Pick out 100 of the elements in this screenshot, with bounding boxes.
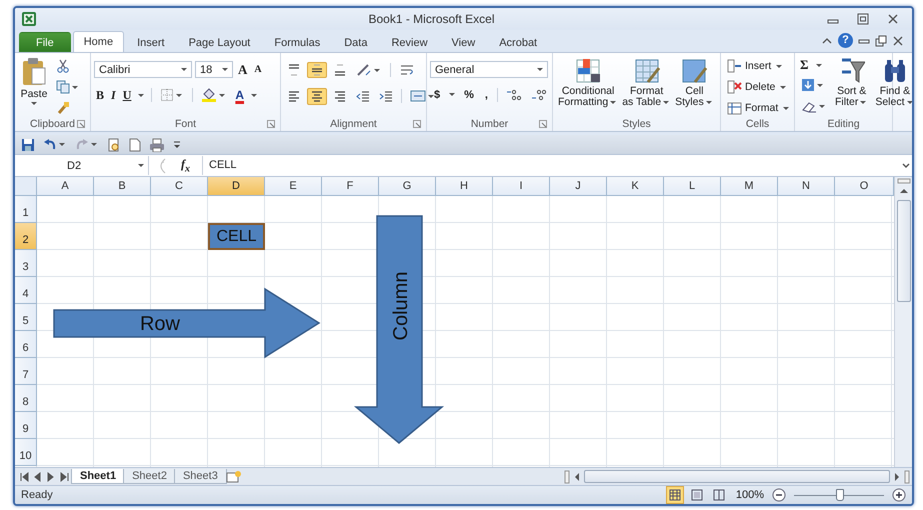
center-button[interactable] (307, 88, 327, 104)
split-handle-icon[interactable] (896, 178, 910, 184)
column-header[interactable]: L (664, 177, 721, 196)
column-header[interactable]: H (436, 177, 493, 196)
ribbon-tab[interactable]: Review (380, 32, 439, 52)
slider-thumb[interactable] (836, 489, 844, 501)
vertical-scrollbar[interactable] (894, 177, 912, 467)
row-header[interactable]: 1 (15, 196, 37, 223)
maximize-icon[interactable] (856, 12, 870, 26)
caret-icon (610, 100, 616, 104)
ribbon-tab[interactable]: Acrobat (488, 32, 548, 52)
column-header[interactable]: K (607, 177, 664, 196)
ribbon-tab[interactable]: Data (333, 32, 378, 52)
row-header[interactable]: 3 (15, 250, 37, 277)
column-header[interactable]: O (835, 177, 894, 196)
format-cells-icon (727, 101, 742, 115)
sort-button[interactable]: Sort & Filter (833, 56, 870, 110)
insert-function-button[interactable]: f$_{x}$ (175, 156, 196, 174)
sheet-tab[interactable]: Sheet1 (71, 469, 126, 484)
file-tab[interactable]: File (19, 32, 71, 52)
row-header[interactable]: 4 (15, 277, 37, 304)
ribbon-tab[interactable]: Home (72, 31, 124, 52)
column-header[interactable]: A (37, 177, 94, 196)
delete-cells-button[interactable]: Delete (724, 78, 794, 96)
scroll-thumb[interactable] (584, 470, 890, 483)
zoom-out-icon[interactable] (772, 488, 786, 502)
close-icon[interactable] (892, 34, 904, 46)
column-header[interactable]: E (265, 177, 322, 196)
sheet-tab[interactable]: Sheet3 (174, 469, 227, 484)
group-label: Font (174, 118, 196, 130)
column-header[interactable]: G (379, 177, 436, 196)
table-brush-icon (634, 58, 660, 84)
percent-button[interactable]: % (460, 88, 478, 100)
row-header[interactable]: 8 (15, 385, 37, 412)
scroll-thumb[interactable] (896, 200, 910, 302)
dialog-launcher-icon[interactable] (539, 120, 547, 128)
insert-cells-button[interactable]: Insert (724, 57, 794, 75)
ribbon-tab[interactable]: View (440, 32, 486, 52)
dialog-launcher-icon[interactable] (77, 120, 85, 128)
restore-icon[interactable] (875, 34, 887, 46)
formula-field[interactable]: CELL (202, 156, 894, 175)
column-header[interactable]: M (721, 177, 778, 196)
dialog-launcher-icon[interactable] (413, 120, 421, 128)
view-button[interactable] (666, 486, 684, 504)
lines-icon (310, 90, 324, 102)
styles-gallery-button[interactable]: Format as Table (620, 56, 674, 109)
insert-sheet-icon[interactable] (224, 470, 243, 484)
help-button[interactable]: ? (838, 33, 853, 48)
group-label: Styles (622, 118, 651, 130)
ribbon-tab[interactable]: Formulas (263, 32, 332, 52)
row-header[interactable]: 5 (15, 304, 37, 331)
comma-button[interactable]: , (480, 88, 492, 100)
horizontal-scrollbar[interactable] (564, 470, 912, 484)
row-header[interactable]: 2 (15, 223, 37, 250)
sheet-tab[interactable]: Sheet2 (123, 469, 176, 484)
column-header[interactable]: C (151, 177, 208, 196)
font-size-field[interactable]: 18 (195, 61, 233, 78)
styles-gallery-button[interactable]: Cell Styles (673, 56, 716, 109)
column-header[interactable]: J (550, 177, 607, 196)
font-name-field[interactable]: Calibri (94, 61, 192, 78)
zoom-level[interactable]: 100% (736, 489, 764, 501)
dialog-launcher-icon[interactable] (267, 120, 275, 128)
underline-button[interactable]: U (120, 88, 134, 102)
first-sheet-icon[interactable] (19, 470, 31, 482)
column-header[interactable]: N (778, 177, 835, 196)
column-header[interactable]: F (322, 177, 379, 196)
bold-button[interactable]: B (94, 88, 106, 102)
name-box[interactable]: D2 (15, 156, 149, 175)
autosum-button[interactable]: Σ (798, 57, 810, 73)
split-handle-icon[interactable] (904, 470, 910, 484)
close-icon[interactable] (886, 12, 900, 26)
selected-cell[interactable]: CELL (208, 223, 265, 250)
row-header[interactable]: 10 (15, 439, 37, 466)
split-handle-icon[interactable] (564, 470, 570, 484)
grow-font-button[interactable]: A (236, 62, 250, 78)
find-button[interactable]: Find & Select (873, 56, 912, 110)
currency-button[interactable]: $ (430, 88, 444, 100)
shrink-font-button[interactable]: A (252, 64, 264, 75)
ribbon-tab[interactable]: Page Layout (178, 32, 262, 52)
paste-button[interactable]: Paste (18, 56, 50, 106)
zoom-in-icon[interactable] (892, 488, 906, 502)
font-color-button[interactable]: A (233, 88, 246, 102)
outdent-icon (356, 90, 370, 102)
page-break-view-icon (712, 488, 726, 502)
styles-gallery-button[interactable]: Conditional Formatting (556, 56, 620, 109)
redo-icon (75, 138, 89, 152)
format-cells-button[interactable]: Format (724, 99, 794, 117)
italic-button[interactable]: I (109, 88, 118, 102)
ribbon-tab[interactable]: Insert (126, 32, 176, 52)
column-header[interactable]: D (208, 177, 265, 196)
last-sheet-icon[interactable] (58, 470, 70, 482)
spreadsheet-icon[interactable] (21, 11, 37, 27)
column-header[interactable]: I (493, 177, 550, 196)
row-header[interactable]: 7 (15, 358, 37, 385)
middle-align-button[interactable] (307, 62, 327, 78)
delete-rows-icon (727, 80, 742, 94)
number-format-field[interactable]: General (430, 61, 548, 78)
row-header[interactable]: 9 (15, 412, 37, 439)
row-header[interactable]: 6 (15, 331, 37, 358)
column-header[interactable]: B (94, 177, 151, 196)
